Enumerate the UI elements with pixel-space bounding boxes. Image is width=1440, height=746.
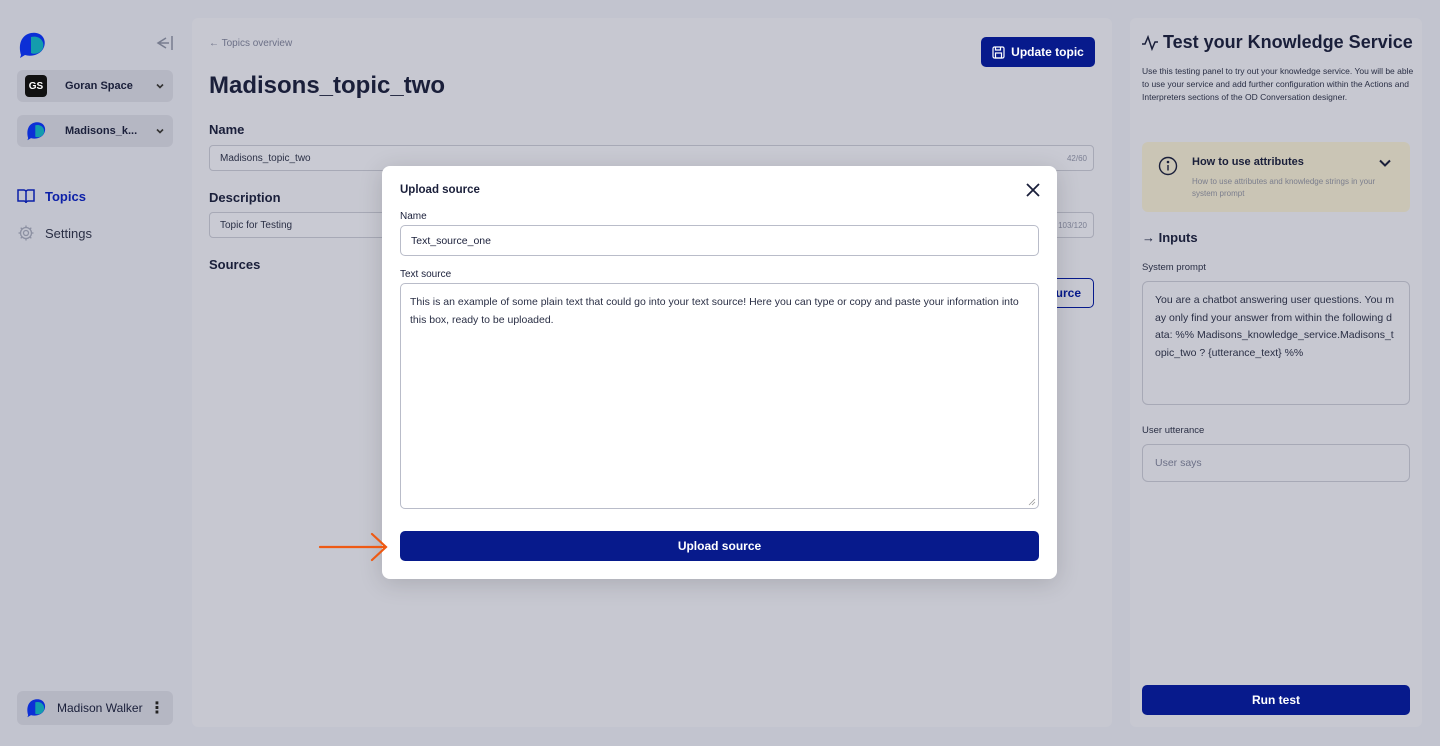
text-source-textarea[interactable]: This is an example of some plain text th… [400,283,1039,509]
sidebar-item-topics[interactable]: Topics [17,187,86,205]
info-icon [1158,156,1178,176]
user-utterance-label: User utterance [1142,425,1205,436]
save-icon [992,45,1005,59]
service-label: Madisons_k... [65,125,138,137]
service-logo-icon [27,122,46,141]
sidebar-item-settings[interactable]: Settings [17,224,92,242]
attributes-help-title: How to use attributes [1192,156,1304,168]
page-title: Madisons_topic_two [209,72,446,99]
update-topic-label: Update topic [1011,45,1084,59]
sources-label: Sources [209,257,261,272]
chevron-down-icon [156,83,164,89]
sidebar: GS Goran Space Madisons_k... Topics Sett… [0,0,190,746]
description-char-counter: 103/120 [1058,221,1087,230]
chevron-down-icon [156,128,164,134]
system-prompt-label: System prompt [1142,262,1206,273]
close-icon[interactable] [1025,182,1041,198]
test-panel-description: Use this testing panel to try out your k… [1142,66,1414,102]
run-test-button[interactable]: Run test [1142,685,1410,715]
description-label: Description [209,190,281,205]
add-source-label: urce [1055,286,1081,300]
upload-source-modal: Upload source Name Text_source_one Text … [382,166,1057,579]
attributes-help-subtitle: How to use attributes and knowledge stri… [1192,177,1376,198]
update-topic-button[interactable]: Update topic [981,37,1095,67]
service-dropdown[interactable]: Madisons_k... [17,115,173,147]
user-menu[interactable]: Madison Walker ⋮ [17,691,173,725]
inputs-heading: → Inputs [1142,230,1198,245]
topic-description-value: Topic for Testing [220,220,293,231]
activity-icon [1142,34,1158,51]
chevron-down-icon[interactable] [1378,156,1392,170]
kebab-menu-icon[interactable]: ⋮ [149,698,165,718]
upload-source-button[interactable]: Upload source [400,531,1039,561]
source-name-label: Name [400,211,427,222]
name-char-counter: 42/60 [1066,154,1087,163]
gear-icon [18,225,34,241]
workspace-label: Goran Space [65,80,133,92]
user-utterance-input[interactable]: User says [1142,444,1410,482]
test-panel: Test your Knowledge Service Use this tes… [1130,18,1422,727]
back-link[interactable]: ← Topics overview [209,38,292,49]
attributes-help-accordion[interactable]: How to use attributes How to use attribu… [1142,142,1410,212]
sidebar-item-label: Settings [45,225,92,241]
test-panel-title-text: Test your Knowledge Service [1163,32,1413,52]
topic-name-value: Madisons_topic_two [220,153,311,164]
text-source-value: This is an example of some plain text th… [410,296,1019,326]
user-name: Madison Walker [57,701,143,715]
source-name-input[interactable]: Text_source_one [400,225,1039,256]
system-prompt-textarea[interactable]: You are a chatbot answering user questio… [1142,281,1410,405]
annotation-arrow-icon [318,532,388,562]
modal-title: Upload source [400,184,480,196]
sidebar-item-label: Topics [45,188,86,204]
collapse-sidebar-icon[interactable] [154,34,174,52]
book-icon [17,189,35,204]
user-avatar [27,699,46,718]
workspace-badge: GS [25,75,47,97]
resize-handle-icon[interactable] [1028,498,1036,506]
test-panel-title: Test your Knowledge Service [1141,32,1413,53]
app-logo-icon [19,32,45,58]
text-source-label: Text source [400,269,452,280]
workspace-dropdown[interactable]: GS Goran Space [17,70,173,102]
name-label: Name [209,122,245,137]
